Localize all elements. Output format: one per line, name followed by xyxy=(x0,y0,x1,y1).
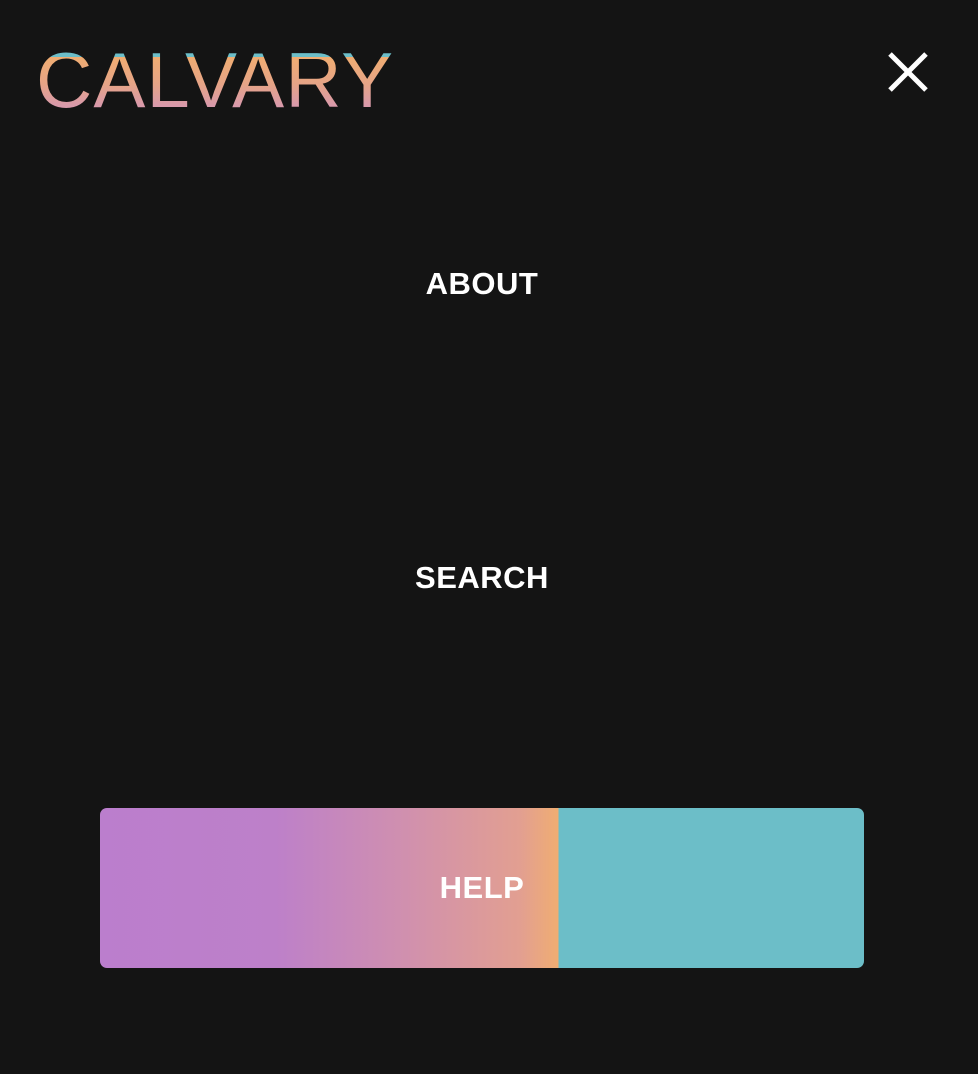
nav-item-about[interactable]: ABOUT xyxy=(0,264,964,304)
mobile-menu-overlay: CALVARY ABOUT SEARCH HELP xyxy=(0,0,978,1074)
help-button[interactable]: HELP xyxy=(100,808,864,968)
close-icon xyxy=(888,52,928,92)
nav-item-search[interactable]: SEARCH xyxy=(0,558,964,598)
help-button-label: HELP xyxy=(439,870,525,905)
brand-logo[interactable]: CALVARY xyxy=(36,36,394,124)
close-menu-button[interactable] xyxy=(882,46,934,98)
